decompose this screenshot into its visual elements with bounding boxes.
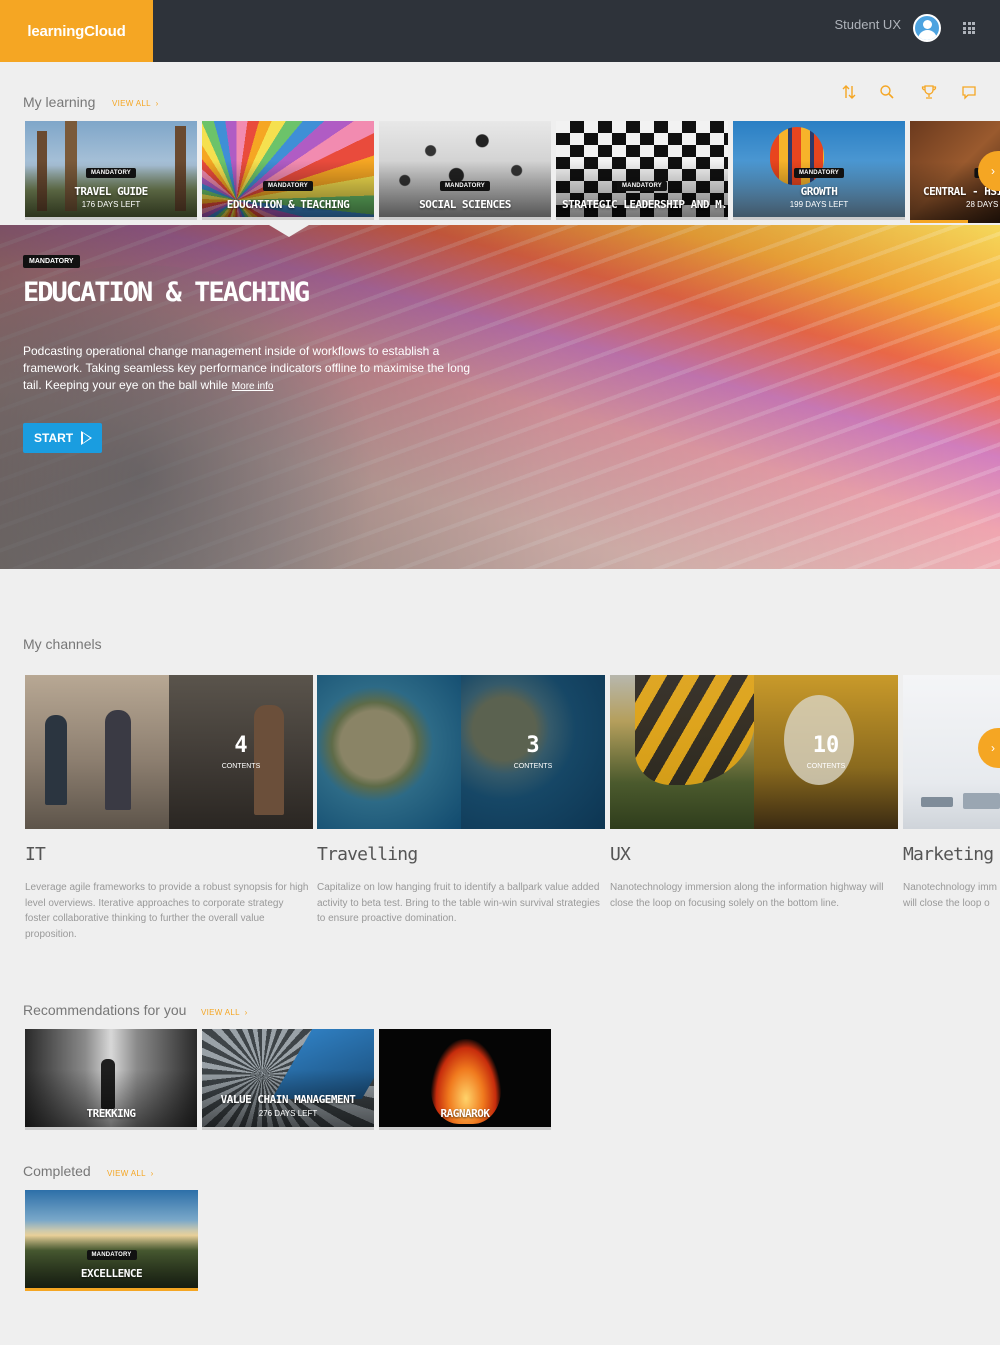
card-underbar [379, 1127, 551, 1130]
card-title: EDUCATION & TEACHING [226, 198, 350, 211]
card-days-left: 199 DAYS LEFT [789, 200, 849, 209]
top-bar: learningCloud Student UX [0, 0, 1000, 62]
channel-count-label: CONTENTS [513, 763, 553, 770]
chevron-right-icon: › [991, 164, 995, 178]
user-name[interactable]: Student UX [835, 17, 902, 32]
channel-name[interactable]: Marketing & S [903, 844, 1000, 865]
sort-icon[interactable] [841, 84, 857, 100]
card-progress-bar [910, 220, 968, 223]
completed-title: Completed [23, 1163, 91, 1179]
learning-card[interactable]: MANDATORY STRATEGIC LEADERSHIP AND M... [556, 121, 728, 220]
chat-icon[interactable] [961, 84, 977, 100]
card-title: VALUE CHAIN MANAGEMENT [220, 1093, 356, 1106]
chevron-right-icon: › [991, 741, 995, 755]
channel-count: 10 [812, 733, 840, 758]
learning-card[interactable]: MANDATORY GROWTH 199 DAYS LEFT [733, 121, 905, 220]
mandatory-badge: MANDATORY [439, 181, 491, 191]
channel-card-it[interactable]: 4 CONTENTS [25, 675, 313, 829]
card-underbar [379, 217, 551, 220]
hero-title: EDUCATION & TEACHING [23, 277, 310, 308]
apps-grid-icon[interactable] [963, 22, 975, 34]
card-title: SOCIAL SCIENCES [419, 198, 511, 211]
search-icon[interactable] [879, 84, 895, 100]
card-underbar [556, 217, 728, 220]
card-underbar [25, 1127, 197, 1130]
mandatory-badge: MANDATORY [262, 181, 314, 191]
card-title: GROWTH [800, 185, 838, 198]
channel-description: Nanotechnology imm will close the loop o [903, 880, 1000, 911]
channel-count-label: CONTENTS [806, 763, 846, 770]
hero-description: Podcasting operational change management… [23, 343, 488, 395]
hero-banner: MANDATORY EDUCATION & TEACHING Podcastin… [0, 225, 1000, 569]
avatar[interactable] [913, 14, 941, 42]
channel-card-ux[interactable]: 10 CONTENTS [610, 675, 898, 829]
recommendations-view-all[interactable]: VIEW ALL › [201, 1008, 248, 1017]
hero-mandatory-badge: MANDATORY [23, 255, 80, 268]
channel-count: 3 [526, 733, 540, 758]
card-underbar [202, 1127, 374, 1130]
mandatory-badge: MANDATORY [86, 1250, 137, 1260]
selected-card-pointer [269, 225, 309, 237]
channel-description: Leverage agile frameworks to provide a r… [25, 882, 309, 940]
channel-description: Nanotechnology immersion along the infor… [610, 882, 884, 909]
channel-name[interactable]: Travelling [317, 844, 418, 865]
completed-card[interactable]: MANDATORY EXCELLENCE [25, 1190, 198, 1291]
channel-card-travelling[interactable]: 3 CONTENTS [317, 675, 605, 829]
logo[interactable]: learningCloud [0, 0, 153, 62]
learning-card[interactable]: MANDATORY SOCIAL SCIENCES [379, 121, 551, 220]
card-title: TREKKING [86, 1107, 136, 1120]
mandatory-badge: MANDATORY [616, 181, 668, 191]
channel-count: 4 [234, 733, 248, 758]
card-title: RAGNAROK [440, 1107, 490, 1120]
learning-card[interactable]: MANDATORY EDUCATION & TEACHING [202, 121, 374, 220]
channel-name[interactable]: UX [610, 844, 631, 865]
trophy-icon[interactable] [921, 84, 937, 100]
my-learning-title: My learning [23, 94, 96, 110]
learning-card[interactable]: MANDATORY TRAVEL GUIDE 176 DAYS LEFT [25, 121, 197, 220]
recommendation-card[interactable]: TREKKING [25, 1029, 197, 1130]
card-days-left: 176 DAYS LEFT [81, 200, 141, 209]
mandatory-badge: MANDATORY [793, 168, 845, 178]
card-title: STRATEGIC LEADERSHIP AND M... [562, 198, 728, 211]
card-title: EXCELLENCE [80, 1267, 143, 1280]
card-underbar [202, 217, 374, 220]
recommendation-card[interactable]: RAGNAROK [379, 1029, 551, 1130]
recommendations-title: Recommendations for you [23, 1002, 187, 1018]
completed-view-all[interactable]: VIEW ALL › [107, 1169, 154, 1178]
more-info-link[interactable]: More info [232, 381, 274, 392]
my-channels-title: My channels [23, 636, 102, 652]
start-label: START [34, 431, 74, 445]
channel-description: Capitalize on low hanging fruit to ident… [317, 882, 600, 924]
start-button[interactable]: START [23, 423, 102, 453]
channel-name[interactable]: IT [25, 844, 46, 865]
card-title: TRAVEL GUIDE [74, 185, 148, 198]
channel-count-label: CONTENTS [221, 763, 261, 770]
play-icon [81, 431, 93, 445]
card-underbar [733, 217, 905, 220]
card-days-left: 28 DAYS [966, 200, 999, 209]
card-underbar [25, 217, 197, 220]
card-days-left: 276 DAYS LEFT [258, 1109, 318, 1118]
card-completed-bar [25, 1288, 198, 1291]
my-learning-view-all[interactable]: VIEW ALL › [112, 99, 159, 108]
recommendation-card[interactable]: VALUE CHAIN MANAGEMENT 276 DAYS LEFT [202, 1029, 374, 1130]
mandatory-badge: MANDATORY [85, 168, 137, 178]
channel-description-text: Nanotechnology imm will close the loop o [903, 882, 997, 909]
